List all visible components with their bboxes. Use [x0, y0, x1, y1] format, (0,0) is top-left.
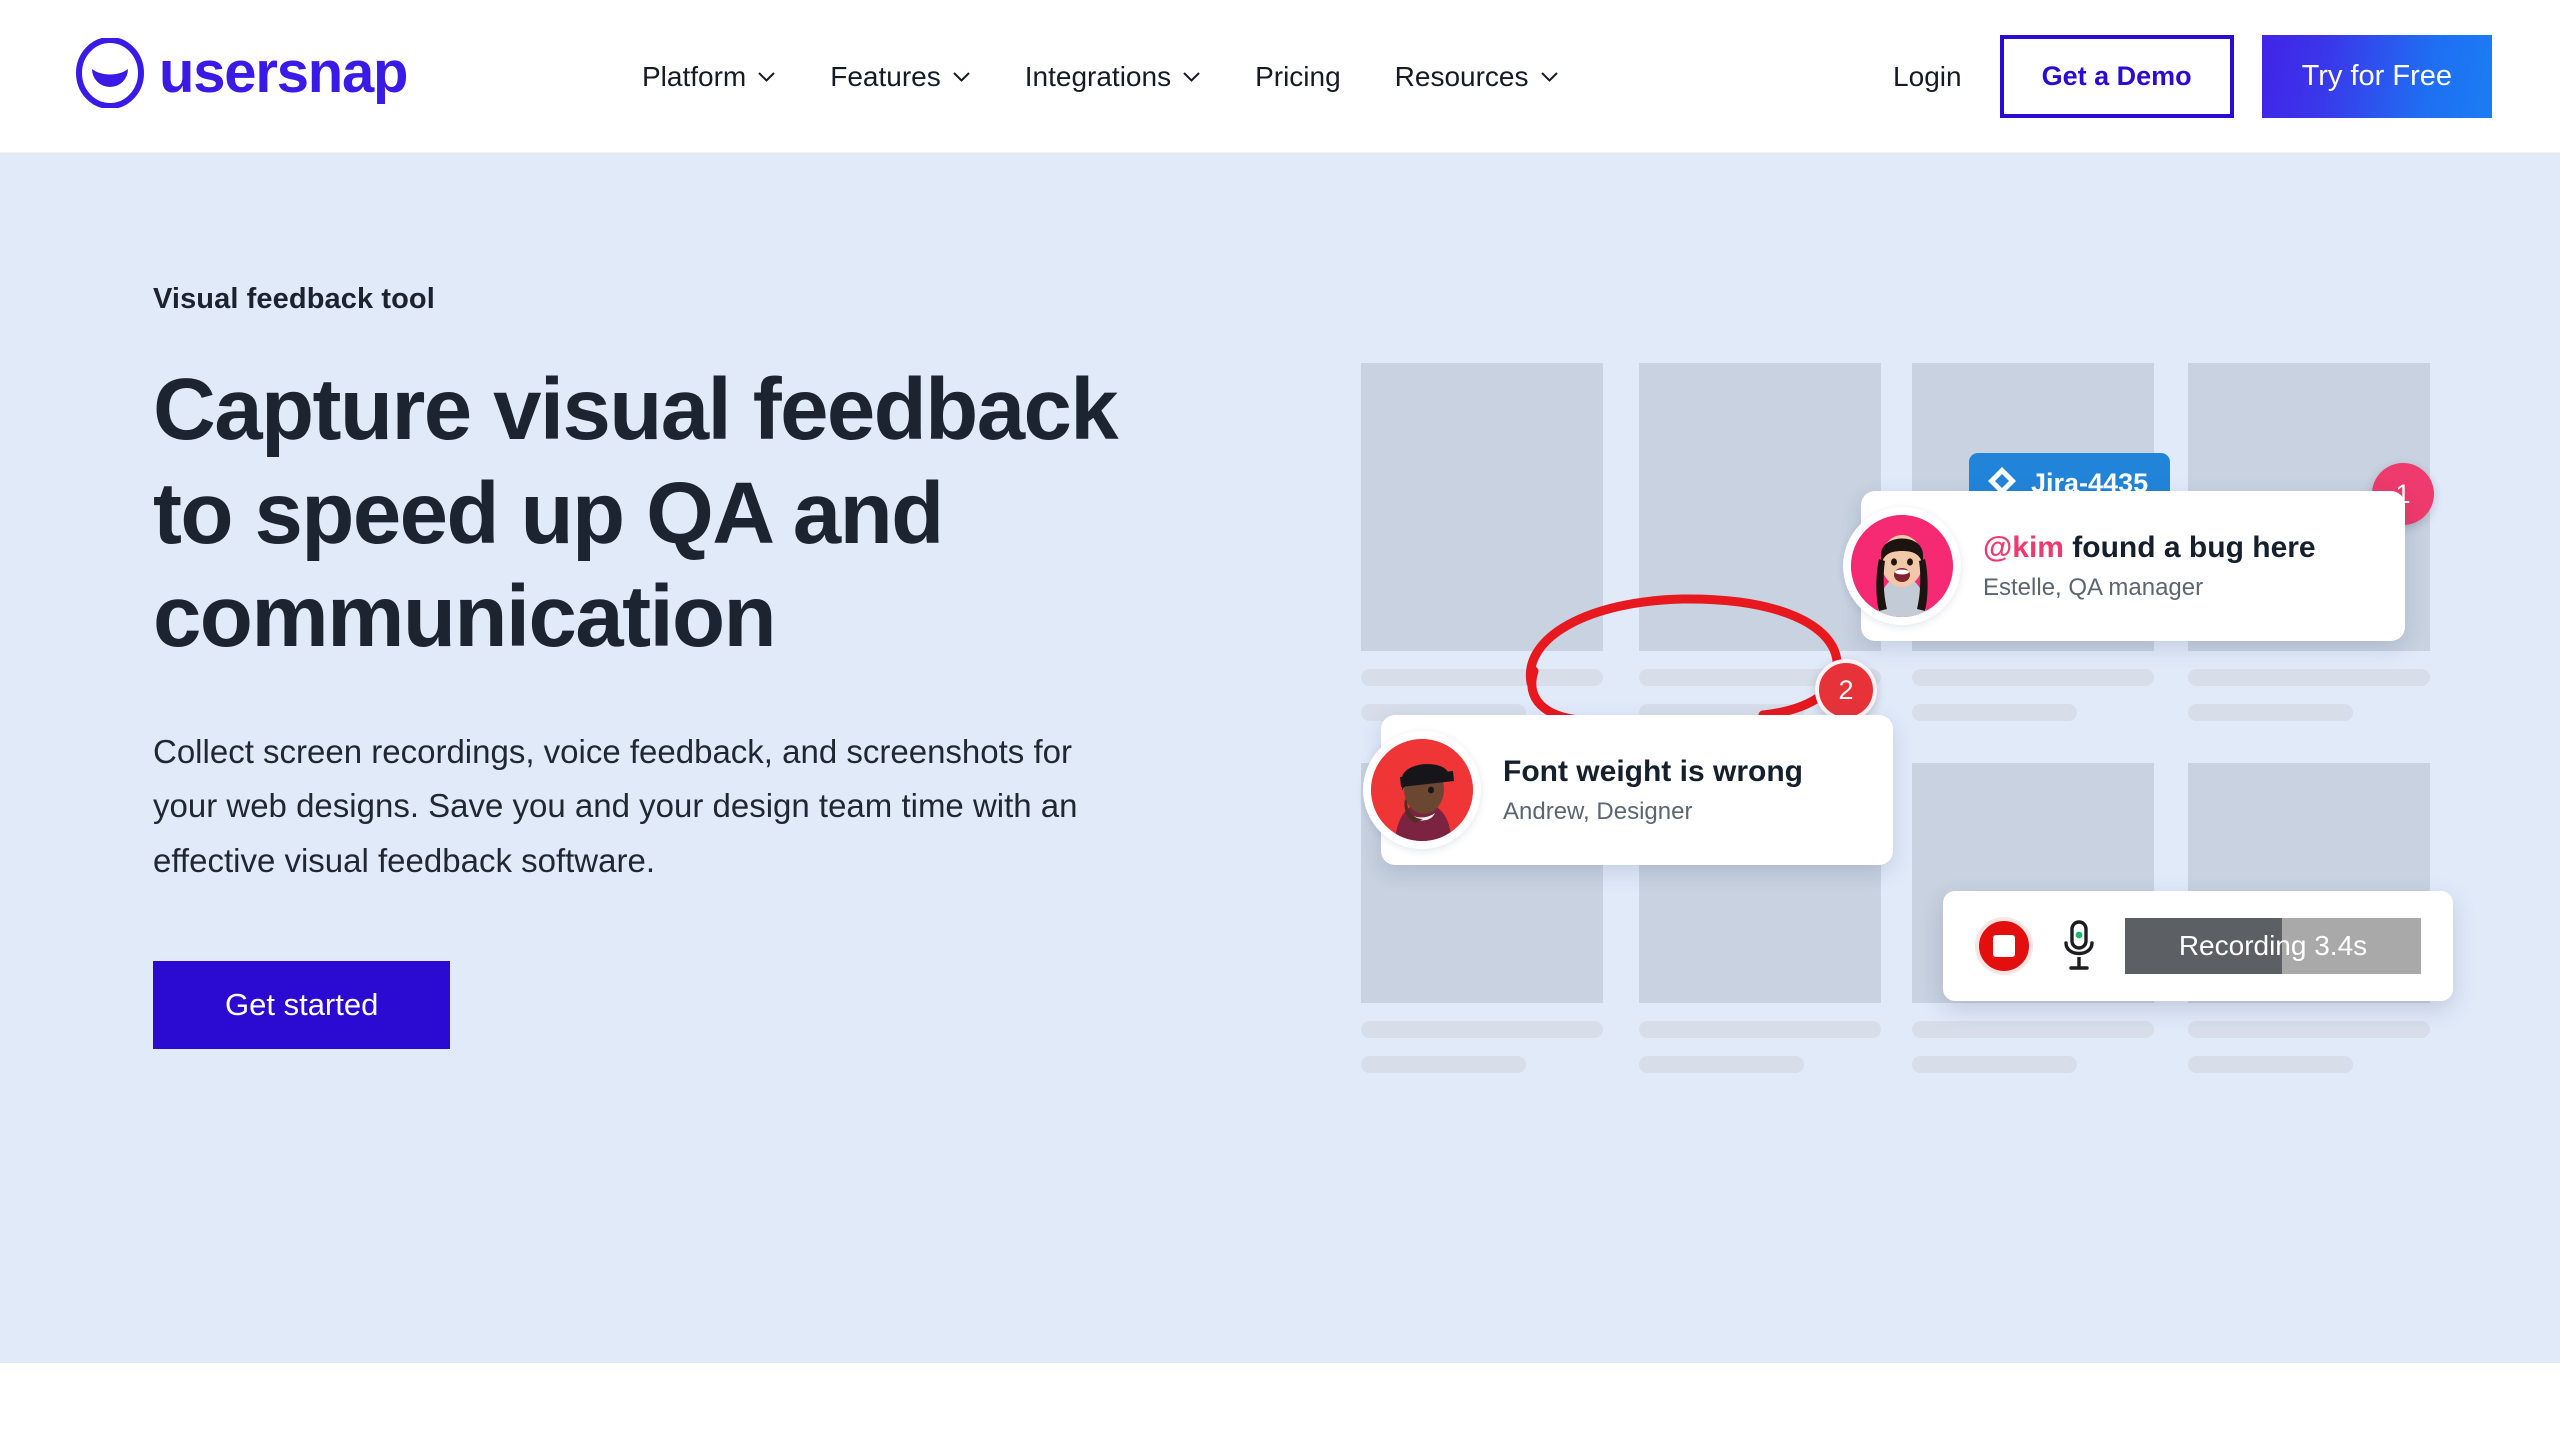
- comment-card-estelle[interactable]: @kim found a bug here Estelle, QA manage…: [1843, 491, 2405, 641]
- hero-eyebrow: Visual feedback tool: [153, 283, 435, 315]
- page-title: Capture visual feedback to speed up QA a…: [153, 361, 1119, 666]
- comment-author: Andrew, Designer: [1503, 797, 1693, 825]
- brand-name: usersnap: [159, 40, 408, 105]
- stop-record-icon[interactable]: [1975, 917, 2033, 975]
- nav-item-pricing[interactable]: Pricing: [1228, 0, 1368, 153]
- hero-copy: Visual feedback tool Capture visual feed…: [153, 283, 1183, 1049]
- microphone-icon[interactable]: [2059, 919, 2099, 973]
- login-link[interactable]: Login: [1855, 61, 2000, 93]
- avatar: [1843, 507, 1961, 625]
- wireframe-text-line: [1912, 1021, 2154, 1038]
- get-a-demo-button[interactable]: Get a Demo: [1999, 35, 2234, 118]
- wireframe-text-line: [1361, 1021, 1603, 1038]
- comment-card-andrew[interactable]: Font weight is wrong Andrew, Designer: [1363, 715, 1893, 865]
- wireframe-text-line: [2188, 669, 2430, 686]
- try-for-free-button[interactable]: Try for Free: [2261, 35, 2492, 118]
- main-navigation: Platform Features Integrations Pricing R…: [615, 0, 1586, 153]
- comment-card-body: Font weight is wrong Andrew, Designer: [1481, 755, 1837, 826]
- nav-label: Resources: [1394, 60, 1529, 92]
- hero-subcopy: Collect screen recordings, voice feedbac…: [153, 732, 1078, 880]
- avatar: [1363, 731, 1481, 849]
- site-header: usersnap Platform Features Integrations …: [0, 0, 2560, 153]
- nav-label: Pricing: [1255, 60, 1341, 92]
- screen-recorder-widget[interactable]: Recording 3.4s: [1943, 891, 2453, 1001]
- nav-item-integrations[interactable]: Integrations: [998, 0, 1228, 153]
- mention-handle: @kim: [1983, 530, 2064, 564]
- wireframe-text-line: [2188, 704, 2353, 721]
- stop-square: [1993, 935, 2015, 957]
- wireframe-text-line: [1361, 1056, 1526, 1073]
- comment-author: Estelle, QA manager: [1983, 573, 2204, 601]
- wireframe-text-line: [1912, 704, 2077, 721]
- wireframe-text-line: [2188, 1056, 2353, 1073]
- chevron-down-icon: [757, 71, 776, 83]
- wireframe-text-line: [1639, 1056, 1804, 1073]
- logo[interactable]: usersnap: [75, 38, 408, 108]
- nav-item-features[interactable]: Features: [803, 0, 998, 153]
- wireframe-text-line: [2188, 1021, 2430, 1038]
- comment-card-body: @kim found a bug here Estelle, QA manage…: [1961, 531, 2350, 602]
- hero-illustration: Jira-4435 1 @kim found a bug here Estell…: [1355, 363, 2453, 1103]
- wireframe-text-line: [1639, 1021, 1881, 1038]
- recording-progress-bar: Recording 3.4s: [2125, 918, 2421, 974]
- comment-title: Font weight is wrong: [1503, 754, 1803, 788]
- header-actions: Login Get a Demo Try for Free: [1855, 0, 2492, 153]
- wireframe-text-line: [1912, 669, 2154, 686]
- chevron-down-icon: [1540, 71, 1559, 83]
- nav-item-platform[interactable]: Platform: [615, 0, 803, 153]
- comment-title-rest: found a bug here: [2063, 530, 2316, 564]
- nav-label: Integrations: [1024, 60, 1172, 92]
- nav-item-resources[interactable]: Resources: [1368, 0, 1586, 153]
- chevron-down-icon: [1182, 71, 1201, 83]
- wireframe-text-line: [1912, 1056, 2077, 1073]
- get-started-button[interactable]: Get started: [153, 960, 451, 1049]
- annotation-pin-2[interactable]: 2: [1815, 659, 1877, 721]
- nav-label: Platform: [642, 60, 747, 92]
- hero-section: Visual feedback tool Capture visual feed…: [0, 153, 2560, 1363]
- smiley-circle-icon: [75, 38, 145, 108]
- pin-number: 2: [1838, 674, 1854, 705]
- chevron-down-icon: [952, 71, 971, 83]
- recording-status-text: Recording 3.4s: [2178, 930, 2368, 961]
- comment-title: @kim found a bug here: [1983, 531, 2316, 565]
- nav-label: Features: [830, 60, 941, 92]
